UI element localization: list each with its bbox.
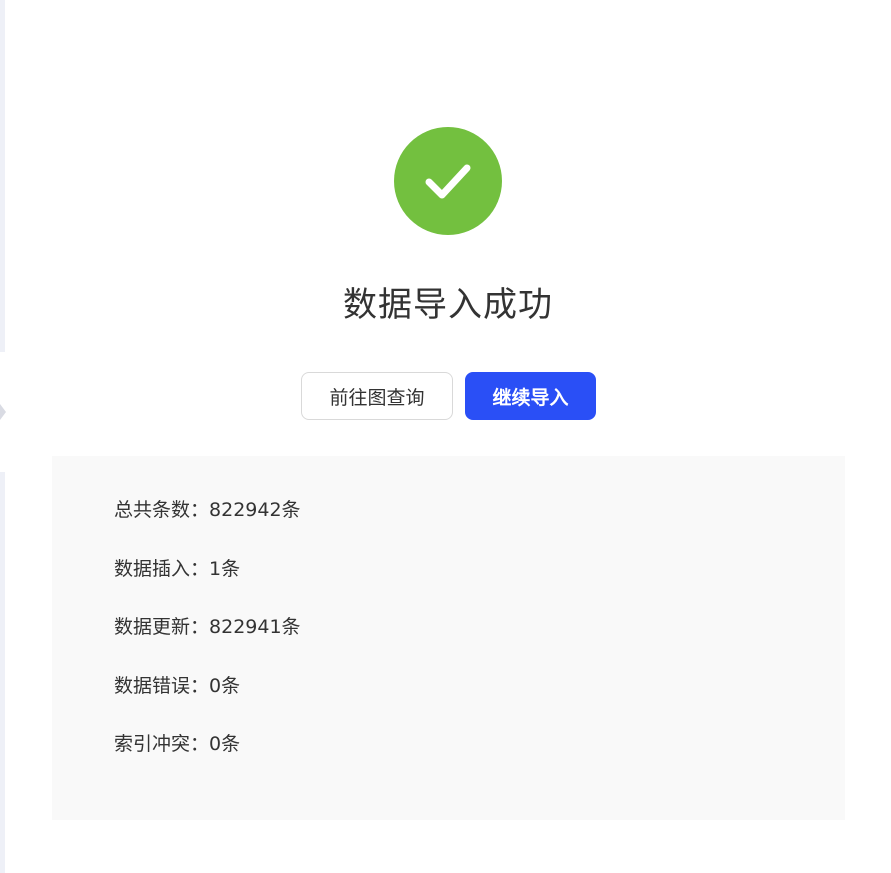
stat-updated-count: 数据更新：822941条 [114, 612, 301, 642]
stat-value: 822942条 [209, 499, 301, 521]
stat-index-conflict-count: 索引冲突：0条 [114, 729, 240, 759]
import-stats-panel: 总共条数：822942条 数据插入：1条 数据更新：822941条 数据错误：0… [52, 456, 845, 820]
stat-label: 数据插入： [114, 558, 210, 580]
stat-value: 0条 [209, 733, 241, 755]
stat-label: 索引冲突： [114, 733, 210, 755]
stat-value: 822941条 [209, 616, 301, 638]
stat-error-count: 数据错误：0条 [114, 671, 240, 701]
result-title: 数据导入成功 [343, 285, 553, 325]
stat-label: 数据更新： [114, 616, 210, 638]
stat-value: 1条 [209, 558, 241, 580]
import-result-page: 数据导入成功 前往图查询 继续导入 总共条数：822942条 数据插入：1条 数… [0, 0, 891, 873]
go-to-graph-query-button[interactable]: 前往图查询 [301, 372, 453, 420]
stat-inserted-count: 数据插入：1条 [114, 554, 240, 584]
continue-import-button[interactable]: 继续导入 [465, 372, 596, 420]
stat-label: 数据错误： [114, 675, 210, 697]
stat-label: 总共条数： [114, 499, 210, 521]
stat-total-count: 总共条数：822942条 [114, 495, 301, 525]
check-icon [425, 164, 471, 199]
stat-value: 0条 [209, 675, 241, 697]
success-check-icon [394, 127, 502, 235]
sidebar-collapse-handle[interactable] [0, 352, 7, 472]
